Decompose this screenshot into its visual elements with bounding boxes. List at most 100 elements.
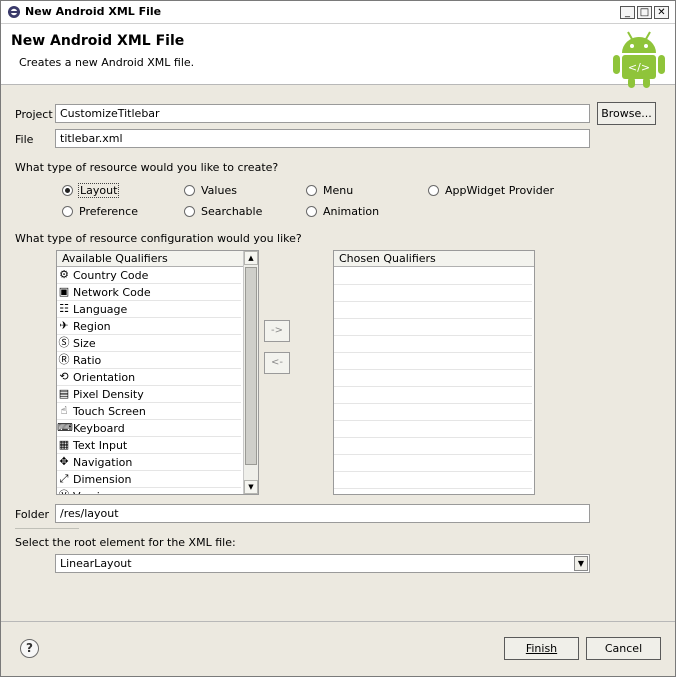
project-field[interactable]: CustomizeTitlebar <box>55 104 590 123</box>
file-field[interactable]: titlebar.xml <box>55 129 590 148</box>
root-element-question: Select the root element for the XML file… <box>15 536 236 549</box>
list-item-label: Dimension <box>73 472 132 486</box>
available-qualifiers-scrollbar[interactable]: ▲ ▼ <box>243 251 258 494</box>
page-description: Creates a new Android XML file. <box>19 56 195 69</box>
help-icon[interactable]: ? <box>20 639 39 658</box>
radio-label: Searchable <box>201 205 263 218</box>
radio-animation[interactable]: Animation <box>306 205 379 218</box>
keyboard-icon: ⌨ <box>57 421 73 434</box>
scroll-up-button[interactable]: ▲ <box>244 251 258 265</box>
touch-screen-icon: ☝ <box>60 404 68 417</box>
size-icon: Ⓢ <box>58 336 70 349</box>
browse-button[interactable]: Browse... <box>597 102 656 125</box>
list-item-label: Language <box>73 302 128 316</box>
region-icon: ✈ <box>59 319 69 332</box>
list-item-label: Version <box>73 490 113 495</box>
list-item[interactable]: ✈ Region <box>57 318 241 335</box>
list-item-label: Region <box>73 319 111 333</box>
radio-label: Values <box>201 184 237 197</box>
available-qualifiers-header: Available Qualifiers <box>57 251 243 267</box>
page-title: New Android XML File <box>11 33 185 49</box>
empty-row-line <box>334 454 532 455</box>
list-item[interactable]: ⟲ Orientation <box>57 369 241 386</box>
file-label: File <box>15 133 34 146</box>
list-item[interactable]: ▤ Pixel Density <box>57 386 241 403</box>
close-button[interactable]: ✕ <box>654 6 669 19</box>
empty-row-line <box>334 386 532 387</box>
list-item-label: Orientation <box>73 370 136 384</box>
radio-label: Layout <box>77 183 120 198</box>
radio-appwidget-provider[interactable]: AppWidget Provider <box>428 184 554 197</box>
root-element-combo[interactable]: LinearLayout ▼ <box>55 554 590 573</box>
chevron-down-icon[interactable]: ▼ <box>574 556 588 571</box>
window-title: New Android XML File <box>25 5 162 18</box>
list-item[interactable]: ☝ Touch Screen <box>57 403 241 420</box>
empty-row-line <box>334 437 532 438</box>
list-item-label: Navigation <box>73 455 133 469</box>
radio-menu[interactable]: Menu <box>306 184 353 197</box>
radio-indicator <box>184 206 195 217</box>
list-item[interactable]: ⌨ Keyboard <box>57 420 241 437</box>
new-android-xml-file-dialog: New Android XML File _ □ ✕ New Android X… <box>0 0 676 677</box>
folder-field[interactable]: /res/layout <box>55 504 590 523</box>
cancel-button[interactable]: Cancel <box>586 637 661 660</box>
radio-values[interactable]: Values <box>184 184 237 197</box>
radio-preference[interactable]: Preference <box>62 205 138 218</box>
list-item[interactable]: ⚙ Country Code <box>57 267 241 284</box>
title-bar[interactable]: New Android XML File _ □ ✕ <box>1 1 675 24</box>
version-icon: Ⓥ <box>57 489 71 494</box>
finish-button[interactable]: Finish <box>504 637 579 660</box>
maximize-button[interactable]: □ <box>637 6 652 19</box>
radio-searchable[interactable]: Searchable <box>184 205 262 218</box>
list-item-label: Touch Screen <box>73 404 146 418</box>
list-item-label: Country Code <box>73 268 149 282</box>
empty-row-line <box>334 352 532 353</box>
list-item-label: Ratio <box>73 353 102 367</box>
empty-row-line <box>334 420 532 421</box>
list-item[interactable]: ⓋVersion <box>57 488 241 495</box>
radio-indicator <box>62 185 73 196</box>
android-robot-icon: </> <box>613 31 665 88</box>
separator <box>15 528 79 529</box>
orientation-icon: ⟲ <box>59 370 69 383</box>
qualifiers-question: What type of resource configuration woul… <box>15 232 302 245</box>
empty-row-line <box>334 488 532 489</box>
eclipse-icon <box>8 6 20 18</box>
empty-row-line <box>334 335 532 336</box>
radio-label: Menu <box>323 184 354 197</box>
country-code-icon: ⚙ <box>59 268 69 281</box>
list-item-label: Text Input <box>73 438 128 452</box>
list-item[interactable]: ⤢ Dimension <box>57 471 241 488</box>
list-item[interactable]: Ⓢ Size <box>57 335 241 352</box>
radio-indicator <box>184 185 195 196</box>
available-qualifiers-list[interactable]: Available Qualifiers ⚙ Country Code ▣ Netwo… <box>56 250 259 495</box>
list-item[interactable]: ☷ Language <box>57 301 241 318</box>
wizard-header: New Android XML File Creates a new Andro… <box>1 24 675 88</box>
resource-type-question: What type of resource would you like to … <box>15 161 279 174</box>
scroll-down-button[interactable]: ▼ <box>244 480 258 494</box>
list-item[interactable]: ▣ Network Code <box>57 284 241 301</box>
minimize-button[interactable]: _ <box>620 6 635 19</box>
navigation-icon: ✥ <box>59 455 69 468</box>
footer-separator <box>1 621 675 622</box>
text-input-icon: ▦ <box>58 438 70 451</box>
list-item-label: Keyboard <box>73 421 125 435</box>
dimension-icon: ⤢ <box>59 472 69 485</box>
list-item[interactable]: ✥ Navigation <box>57 454 241 471</box>
remove-qualifier-button[interactable]: <- <box>264 352 290 374</box>
list-item-label: Pixel Density <box>73 387 144 401</box>
list-item[interactable]: ▦ Text Input <box>57 437 241 454</box>
radio-indicator <box>306 206 317 217</box>
radio-layout[interactable]: Layout <box>62 183 120 198</box>
radio-indicator <box>306 185 317 196</box>
scroll-thumb[interactable] <box>245 267 257 465</box>
chosen-qualifiers-list[interactable]: Chosen Qualifiers <box>333 250 535 495</box>
folder-label: Folder <box>15 508 49 521</box>
chosen-qualifiers-header: Chosen Qualifiers <box>334 251 534 267</box>
radio-indicator <box>428 185 439 196</box>
finish-label: Finish <box>525 642 558 655</box>
list-item[interactable]: Ⓡ Ratio <box>57 352 241 369</box>
radio-indicator <box>62 206 73 217</box>
empty-row-line <box>334 369 532 370</box>
add-qualifier-button[interactable]: -> <box>264 320 290 342</box>
